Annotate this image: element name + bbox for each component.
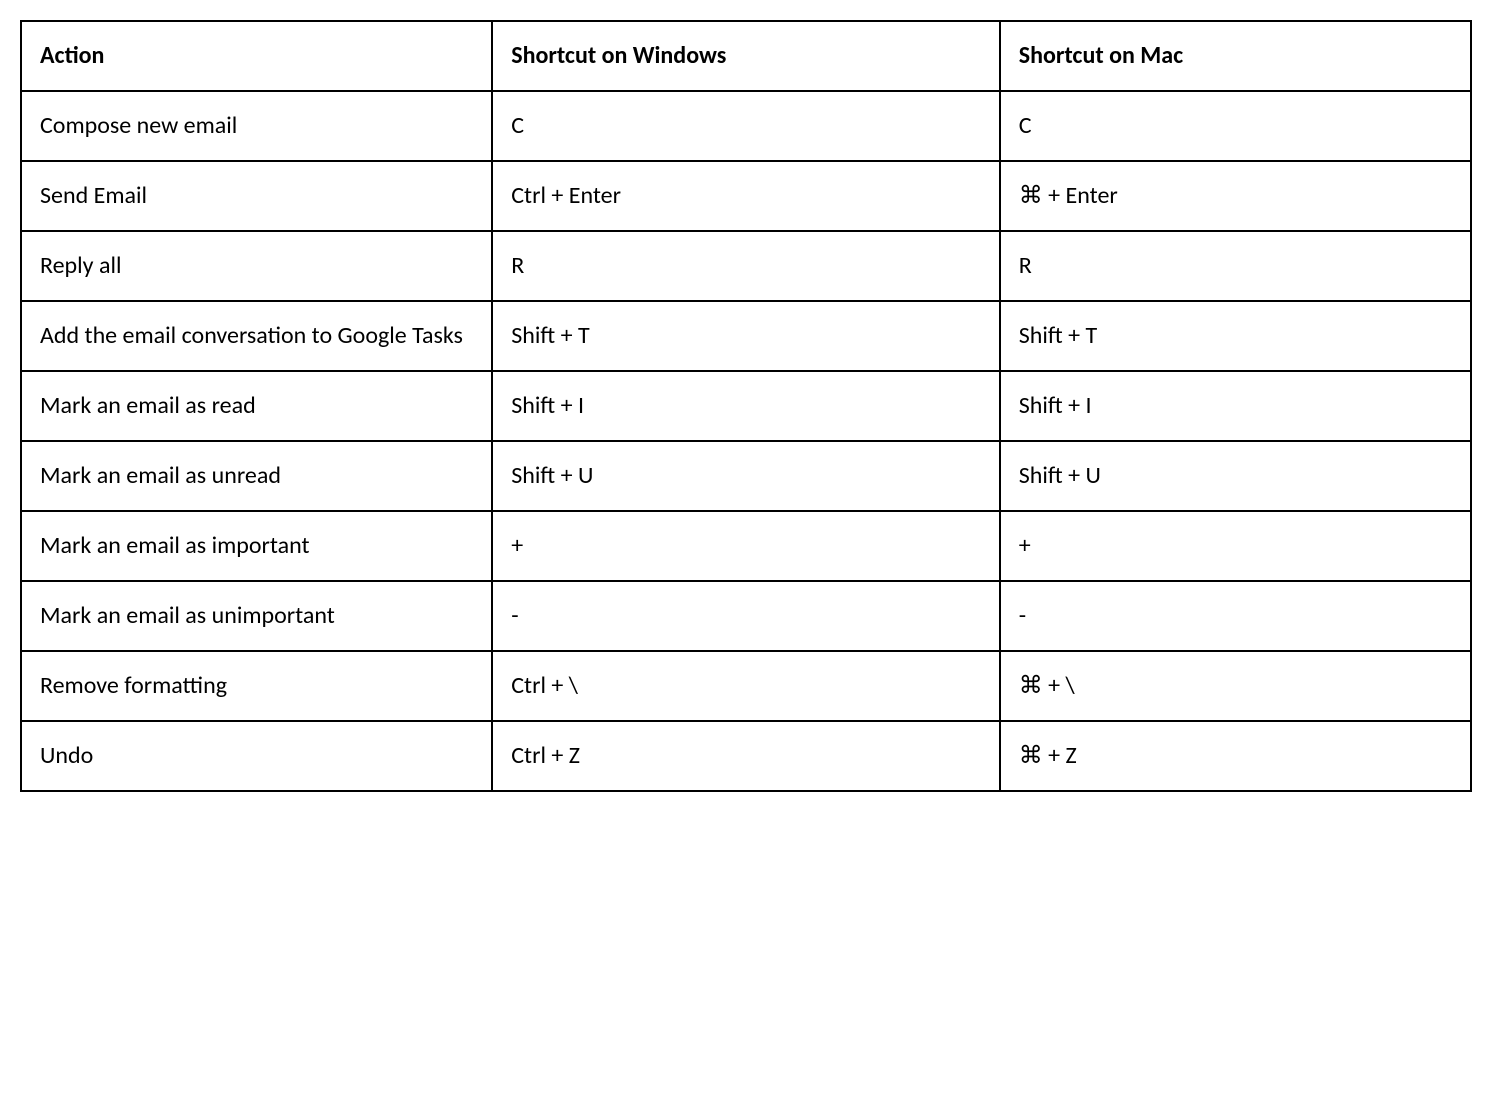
cell-windows: R (492, 231, 1000, 301)
table-row: Compose new email C C (21, 91, 1471, 161)
cell-mac: + (1000, 511, 1471, 581)
cell-mac: Shift + I (1000, 371, 1471, 441)
cell-windows: + (492, 511, 1000, 581)
cell-mac: ⌘ + Enter (1000, 161, 1471, 231)
cell-windows: Shift + U (492, 441, 1000, 511)
table-row: Send Email Ctrl + Enter ⌘ + Enter (21, 161, 1471, 231)
table-row: Undo Ctrl + Z ⌘ + Z (21, 721, 1471, 791)
cell-action: Mark an email as unread (21, 441, 492, 511)
cell-action: Mark an email as unimportant (21, 581, 492, 651)
table-row: Mark an email as unread Shift + U Shift … (21, 441, 1471, 511)
table-row: Reply all R R (21, 231, 1471, 301)
header-windows: Shortcut on Windows (492, 21, 1000, 91)
table-row: Mark an email as read Shift + I Shift + … (21, 371, 1471, 441)
cell-mac: - (1000, 581, 1471, 651)
cell-windows: Ctrl + Z (492, 721, 1000, 791)
cell-mac: ⌘ + \ (1000, 651, 1471, 721)
cell-windows: Shift + T (492, 301, 1000, 371)
cell-action: Reply all (21, 231, 492, 301)
header-action: Action (21, 21, 492, 91)
cell-action: Remove formatting (21, 651, 492, 721)
cell-action: Mark an email as read (21, 371, 492, 441)
cell-mac: C (1000, 91, 1471, 161)
cell-mac: ⌘ + Z (1000, 721, 1471, 791)
cell-action: Mark an email as important (21, 511, 492, 581)
cell-action: Send Email (21, 161, 492, 231)
table-row: Remove formatting Ctrl + \ ⌘ + \ (21, 651, 1471, 721)
header-mac: Shortcut on Mac (1000, 21, 1471, 91)
shortcuts-table: Action Shortcut on Windows Shortcut on M… (20, 20, 1472, 792)
table-row: Add the email conversation to Google Tas… (21, 301, 1471, 371)
cell-windows: - (492, 581, 1000, 651)
cell-windows: Shift + I (492, 371, 1000, 441)
cell-action: Undo (21, 721, 492, 791)
table-row: Mark an email as important + + (21, 511, 1471, 581)
table-header-row: Action Shortcut on Windows Shortcut on M… (21, 21, 1471, 91)
cell-mac: Shift + T (1000, 301, 1471, 371)
cell-action: Compose new email (21, 91, 492, 161)
cell-mac: Shift + U (1000, 441, 1471, 511)
cell-windows: Ctrl + \ (492, 651, 1000, 721)
cell-windows: C (492, 91, 1000, 161)
cell-mac: R (1000, 231, 1471, 301)
table-row: Mark an email as unimportant - - (21, 581, 1471, 651)
cell-windows: Ctrl + Enter (492, 161, 1000, 231)
cell-action: Add the email conversation to Google Tas… (21, 301, 492, 371)
